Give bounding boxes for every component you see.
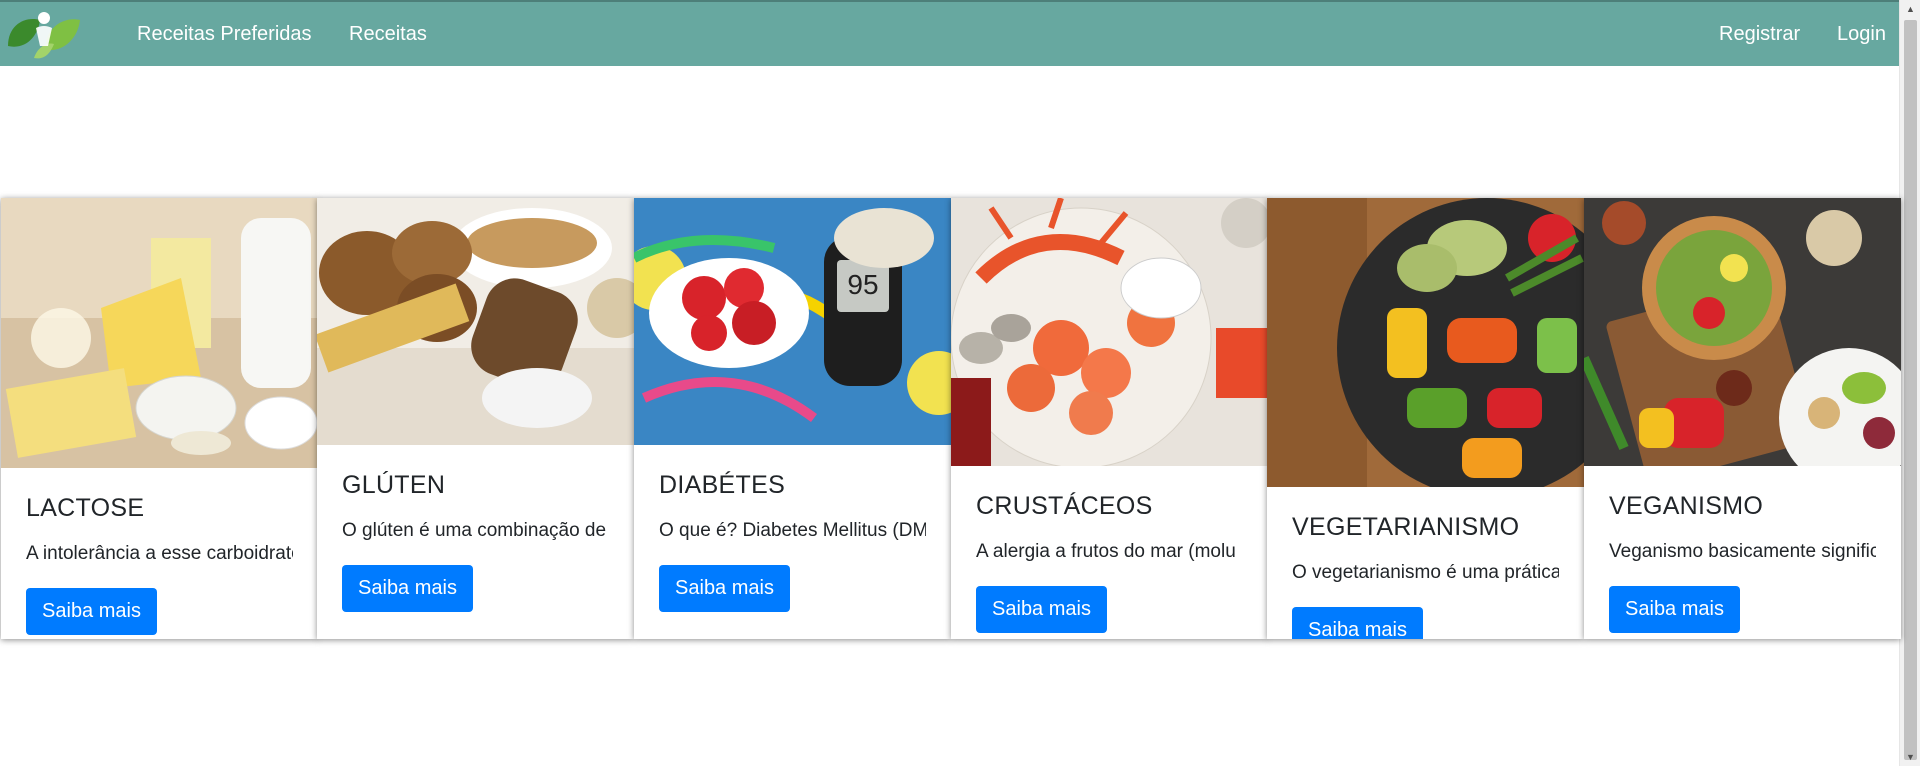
nav-link-login[interactable]: Login [1837, 22, 1886, 46]
card-text: A intolerância a esse carboidrato [26, 543, 293, 564]
svg-text:95: 95 [847, 269, 878, 300]
card-title: VEGANISMO [1609, 492, 1764, 520]
card-image: 95 [634, 198, 951, 445]
card-text: Veganismo basicamente significa [1609, 541, 1876, 562]
grilled-vegetables-image [1267, 198, 1584, 487]
leaf-logo-icon[interactable] [4, 6, 82, 64]
bread-and-grains-image [317, 198, 634, 445]
card-text: A alergia a frutos do mar (molu [976, 541, 1236, 562]
nav-link-receitas[interactable]: Receitas [349, 22, 427, 46]
card-vegetarianismo: VEGETARIANISMO O vegetarianismo é uma pr… [1267, 198, 1584, 639]
card-diabetes: 95 DIABÉTES O que é? Diabetes Mellitus (… [634, 198, 951, 639]
card-veganismo: VEGANISMO Veganismo basicamente signific… [1584, 198, 1901, 639]
saiba-mais-button[interactable]: Saiba mais [342, 565, 473, 612]
card-crustaceos: CRUSTÁCEOS A alergia a frutos do mar (mo… [951, 198, 1268, 639]
card-title: DIABÉTES [659, 471, 786, 499]
card-gluten: GLÚTEN O glúten é uma combinação de Saib… [317, 198, 634, 639]
nav-link-registrar[interactable]: Registrar [1719, 22, 1800, 46]
dairy-products-image [1, 198, 318, 468]
card-image [1584, 198, 1901, 466]
card-title: VEGETARIANISMO [1292, 513, 1520, 541]
scroll-down-arrow-icon[interactable]: ▼ [1900, 748, 1920, 766]
card-image [951, 198, 1268, 466]
saiba-mais-button[interactable]: Saiba mais [1609, 586, 1740, 633]
card-text: O que é? Diabetes Mellitus (DM) [659, 520, 926, 541]
card-text: O glúten é uma combinação de [342, 520, 607, 541]
card-title: CRUSTÁCEOS [976, 492, 1153, 520]
card-lactose: LACTOSE A intolerância a esse carboidrat… [1, 198, 318, 639]
top-navbar: Receitas Preferidas Receitas Registrar L… [0, 0, 1899, 66]
vegan-bowls-image [1584, 198, 1901, 466]
card-title: LACTOSE [26, 494, 145, 522]
saiba-mais-button[interactable]: Saiba mais [26, 588, 157, 635]
scroll-up-arrow-icon[interactable]: ▲ [1900, 0, 1920, 18]
card-title: GLÚTEN [342, 471, 446, 499]
seafood-platter-image [951, 198, 1268, 466]
saiba-mais-button[interactable]: Saiba mais [1292, 607, 1423, 639]
nav-link-receitas-preferidas[interactable]: Receitas Preferidas [137, 22, 312, 46]
glucose-meter-and-fruits-image: 95 [634, 198, 951, 445]
vertical-scrollbar[interactable]: ▲ ▼ [1899, 0, 1920, 766]
scrollbar-thumb[interactable] [1904, 20, 1917, 760]
saiba-mais-button[interactable]: Saiba mais [976, 586, 1107, 633]
card-text: O vegetarianismo é uma prática [1292, 562, 1559, 583]
card-image [1, 198, 318, 468]
saiba-mais-button[interactable]: Saiba mais [659, 565, 790, 612]
card-image [1267, 198, 1584, 487]
card-image [317, 198, 634, 445]
